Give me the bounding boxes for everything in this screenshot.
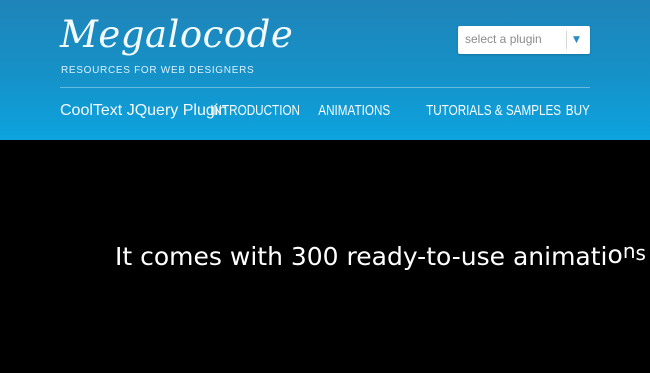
chevron-down-icon[interactable]: ▼: [573, 32, 580, 48]
hero-message: It comes with 300 ready-to-use animation…: [115, 239, 646, 274]
nav-animations[interactable]: ANIMATIONS: [318, 101, 390, 121]
hero-animated-letter-s: s: [635, 241, 646, 265]
logo[interactable]: Megalocode: [60, 13, 293, 57]
site-header: Megalocode RESOURCES FOR WEB DESIGNERS s…: [0, 0, 650, 140]
nav-tutorials-samples[interactable]: TUTORIALS & SAMPLES: [426, 101, 561, 121]
plugin-select-placeholder: select a plugin: [465, 32, 542, 46]
nav-buy[interactable]: BUY: [566, 101, 590, 121]
main-navigation: INTRODUCTION ANIMATIONS TUTORIALS & SAMP…: [203, 101, 590, 121]
nav-introduction[interactable]: INTRODUCTION: [210, 101, 300, 121]
hero-animated-letter-n: n: [622, 239, 636, 263]
select-divider: [566, 31, 567, 49]
page: Megalocode RESOURCES FOR WEB DESIGNERS s…: [0, 0, 650, 373]
hero-animated-letter-o: o: [607, 240, 623, 269]
hero-area: It comes with 300 ready-to-use animation…: [0, 140, 650, 373]
plugin-select[interactable]: select a plugin ▼: [458, 26, 590, 54]
tagline: RESOURCES FOR WEB DESIGNERS: [61, 65, 255, 76]
header-divider: [60, 87, 590, 88]
hero-message-main: It comes with 300 ready-to-use animati: [115, 242, 608, 271]
